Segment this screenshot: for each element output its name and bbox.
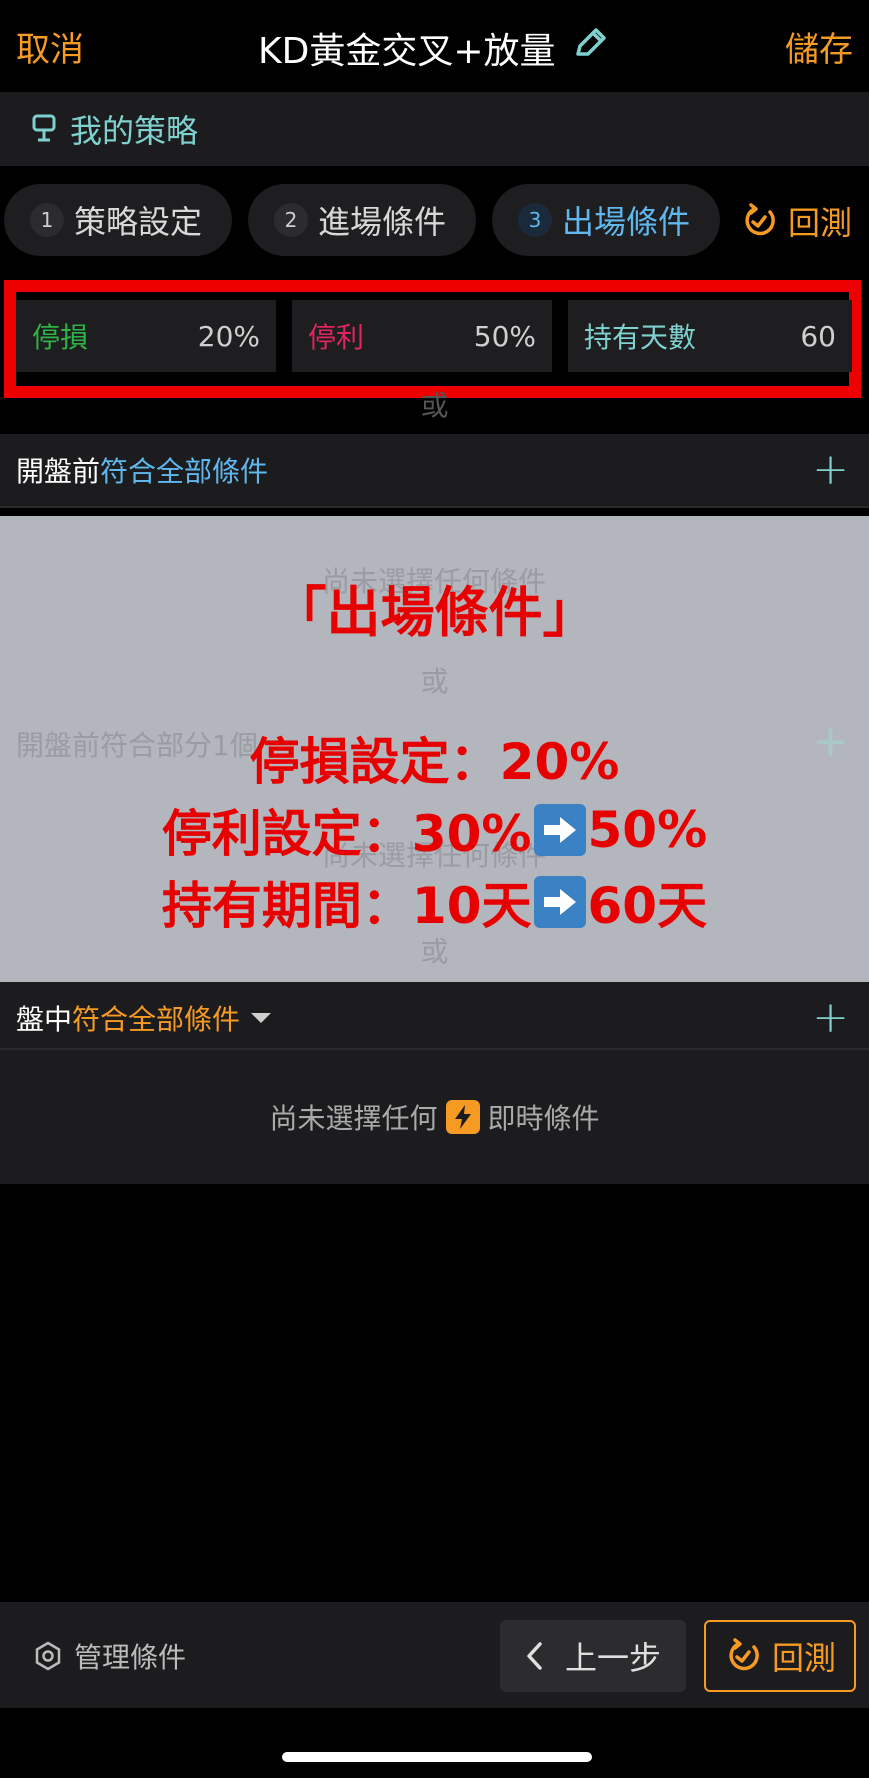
backtest-button[interactable]: 回測 <box>704 1620 856 1692</box>
empty-text-after: 即時條件 <box>487 1102 600 1135</box>
manage-conditions-label: 管理條件 <box>74 1641 187 1674</box>
step-tabs: 1 策略設定 2 進場條件 3 出場條件 <box>0 180 869 256</box>
hold-days-value: 60 <box>800 319 836 353</box>
tab-label: 進場條件 <box>318 203 447 241</box>
save-button[interactable]: 儲存 <box>785 22 853 71</box>
edit-pencil-icon[interactable] <box>570 24 610 73</box>
take-profit-field[interactable]: 停利 50% <box>292 300 552 372</box>
intraday-empty-state: 尚未選擇任何 即時條件 <box>0 1050 869 1184</box>
caret-down-icon[interactable] <box>250 1011 272 1025</box>
overlay-line-stop-loss: 停損設定：20% <box>0 722 869 794</box>
overlay-title: 「出場條件」 <box>272 581 597 644</box>
stop-loss-field[interactable]: 停損 20% <box>16 300 276 372</box>
backtest-icon <box>740 202 778 240</box>
lightning-icon <box>445 1100 480 1134</box>
section-intraday-all: 盤中 符合全部條件 + <box>0 982 869 1054</box>
my-strategy-bar[interactable]: 我的策略 <box>0 92 869 166</box>
overlay-line1-text: 停損設定：20% <box>249 733 620 791</box>
step-number: 3 <box>518 203 552 237</box>
home-indicator[interactable] <box>282 1752 592 1762</box>
add-condition-icon[interactable]: + <box>812 444 849 495</box>
chevron-left-icon <box>525 1641 543 1671</box>
ghost-or: 或 <box>420 665 449 698</box>
backtest-link[interactable]: 回測 <box>740 198 852 244</box>
tab-strategy-settings[interactable]: 1 策略設定 <box>4 184 232 256</box>
empty-text-before: 尚未選擇任何 <box>269 1102 438 1135</box>
manage-conditions-button[interactable]: 管理條件 <box>34 1636 186 1676</box>
section-match-all-dropdown[interactable]: 符合全部條件 <box>72 998 240 1038</box>
overlay-line3-before: 持有期間：10天 <box>161 877 532 935</box>
section-match-all[interactable]: 符合全部條件 <box>100 450 268 490</box>
arrow-right-icon <box>533 876 586 928</box>
my-strategy-label: 我的策略 <box>70 112 199 150</box>
overlay-line2-before: 停利設定：30% <box>161 805 532 863</box>
section-prefix: 開盤前 <box>16 455 101 488</box>
section-pre-market-all: 開盤前 符合全部條件 + <box>0 434 869 506</box>
overlay-line3-after: 60天 <box>587 877 708 935</box>
backtest-icon <box>724 1637 762 1675</box>
take-profit-label: 停利 <box>308 321 365 354</box>
strategy-icon <box>30 113 58 145</box>
cancel-button[interactable]: 取消 <box>16 22 84 71</box>
previous-step-label: 上一步 <box>564 1639 661 1677</box>
strategy-title-text: KD黃金交叉+放量 <box>258 31 556 72</box>
tab-entry-conditions[interactable]: 2 進場條件 <box>248 184 476 256</box>
arrow-right-icon <box>533 804 586 856</box>
take-profit-value: 50% <box>473 319 536 353</box>
tab-label: 出場條件 <box>562 203 691 241</box>
stop-loss-value: 20% <box>197 319 260 353</box>
divider <box>0 506 869 508</box>
overlay-line-hold-period: 持有期間：10天 60天 <box>0 866 869 938</box>
backtest-button-label: 回測 <box>771 1639 836 1677</box>
overlay-line2-after: 50% <box>587 801 708 859</box>
hold-days-field[interactable]: 持有天數 60 <box>568 300 852 372</box>
step-number: 2 <box>274 203 308 237</box>
overlay-line-take-profit: 停利設定：30% 50% <box>0 794 869 866</box>
stop-loss-label: 停損 <box>32 321 89 354</box>
tab-exit-conditions[interactable]: 3 出場條件 <box>492 184 720 256</box>
or-separator: 或 <box>420 389 449 422</box>
tab-label: 策略設定 <box>74 203 203 241</box>
strategy-title[interactable]: KD黃金交叉+放量 <box>258 22 610 74</box>
section-prefix: 盤中 <box>16 1003 73 1036</box>
step-number: 1 <box>30 203 64 237</box>
settings-hexagon-icon <box>34 1641 62 1671</box>
hold-days-label: 持有天數 <box>584 321 697 354</box>
previous-step-button[interactable]: 上一步 <box>500 1620 686 1692</box>
backtest-label: 回測 <box>788 204 853 242</box>
add-condition-icon[interactable]: + <box>812 992 849 1043</box>
